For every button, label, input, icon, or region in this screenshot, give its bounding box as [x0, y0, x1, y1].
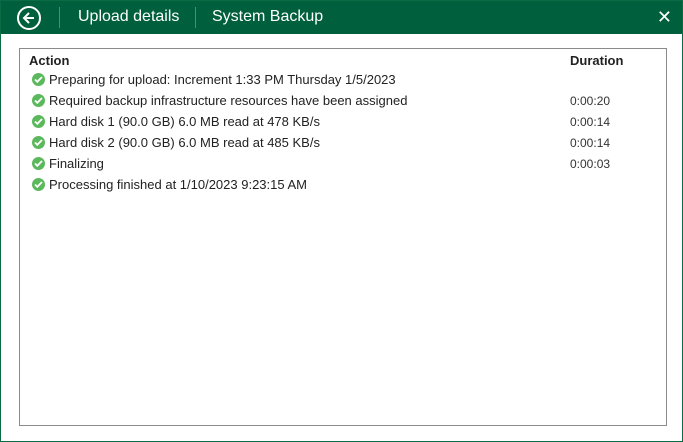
success-check-icon: [32, 115, 45, 128]
column-header-duration[interactable]: Duration: [570, 53, 623, 68]
success-check-icon: [32, 94, 45, 107]
duration-text: 0:00:03: [570, 157, 611, 171]
page-title: Upload details: [78, 8, 180, 25]
action-text: Hard disk 1 (90.0 GB) 6.0 MB read at 478…: [49, 114, 320, 129]
divider: [195, 7, 196, 28]
action-text: Finalizing: [49, 156, 104, 171]
job-name: System Backup: [212, 8, 324, 25]
action-text: Processing finished at 1/10/2023 9:23:15…: [49, 177, 308, 192]
duration-text: 0:00:20: [570, 94, 611, 108]
duration-text: 0:00:14: [570, 136, 611, 150]
action-text: Required backup infrastructure resources…: [49, 93, 408, 108]
success-check-icon: [32, 178, 45, 191]
duration-text: 0:00:14: [570, 115, 611, 129]
upload-details-window: Upload details System Backup ✕ Action Du…: [0, 0, 683, 442]
table-row[interactable]: Processing finished at 1/10/2023 9:23:15…: [30, 177, 660, 198]
header-bar: Upload details System Backup ✕: [1, 1, 682, 34]
details-table: Action Duration Preparing for upload: In…: [19, 48, 667, 426]
action-text: Hard disk 2 (90.0 GB) 6.0 MB read at 485…: [49, 135, 320, 150]
back-button[interactable]: [17, 6, 41, 30]
table-row[interactable]: Finalizing 0:00:03: [30, 156, 660, 177]
divider: [59, 7, 60, 28]
table-row[interactable]: Required backup infrastructure resources…: [30, 93, 660, 114]
table-row[interactable]: Hard disk 1 (90.0 GB) 6.0 MB read at 478…: [30, 114, 660, 135]
success-check-icon: [32, 73, 45, 86]
close-button[interactable]: ✕: [657, 7, 672, 28]
arrow-left-icon: [22, 12, 34, 24]
action-text: Preparing for upload: Increment 1:33 PM …: [49, 72, 396, 87]
table-row[interactable]: Hard disk 2 (90.0 GB) 6.0 MB read at 485…: [30, 135, 660, 156]
table-row[interactable]: Preparing for upload: Increment 1:33 PM …: [30, 72, 660, 93]
success-check-icon: [32, 157, 45, 170]
column-header-action[interactable]: Action: [29, 53, 69, 68]
success-check-icon: [32, 136, 45, 149]
